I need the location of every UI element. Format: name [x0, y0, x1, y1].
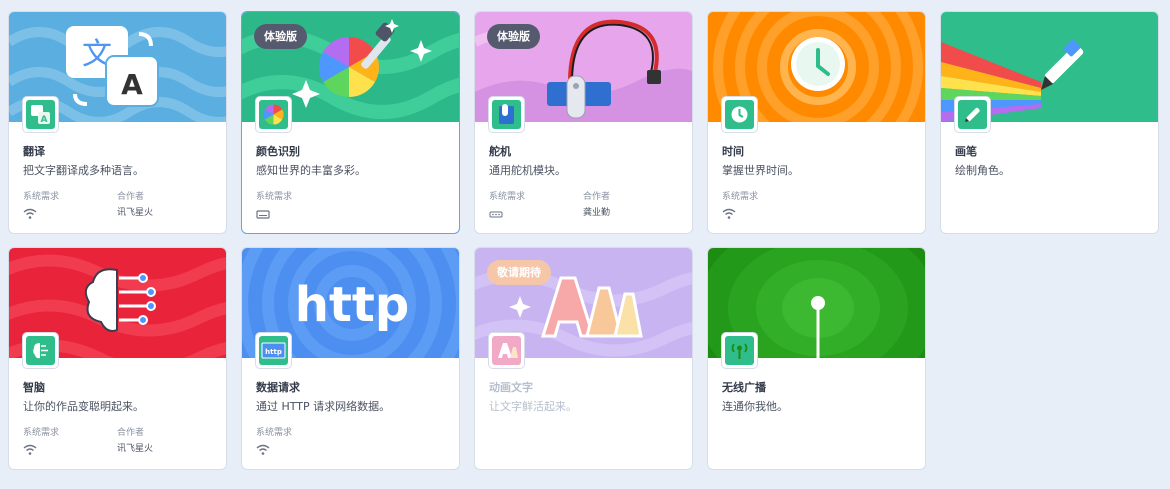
extension-title: 数据请求 [256, 381, 300, 394]
beta-badge: 体验版 [254, 24, 307, 49]
extension-description: 通用舵机模块。 [489, 164, 566, 177]
thumb-translate: A [22, 96, 59, 133]
extension-card-wireless-broadcast[interactable]: 无线广播 连通你我他。 [707, 247, 926, 470]
extension-card-animated-text: 敬请期待 动画文字 让文字鲜活起来。 [474, 247, 693, 470]
collaborator-label: 合作者 [117, 192, 145, 202]
wifi-icon [23, 441, 37, 455]
svg-text:A: A [41, 115, 48, 125]
device-icon [489, 205, 503, 218]
extension-description: 让文字鲜活起来。 [489, 400, 577, 413]
collaborator-label: 合作者 [583, 192, 611, 202]
collaborator-name: 讯飞星火 [117, 208, 154, 218]
extension-title: 画笔 [955, 145, 977, 158]
wifi-icon [256, 441, 270, 455]
extension-title: 舵机 [489, 145, 511, 158]
pen-icon [958, 100, 987, 129]
beta-badge: 体验版 [487, 24, 540, 49]
thumb-servo [488, 96, 525, 133]
extension-card-servo[interactable]: 体验版 舵机 通用舵机模块。 系统需求 合作者 龚业勤 [474, 11, 693, 234]
collaborator-name: 讯飞星火 [117, 444, 154, 454]
http-banner-text: http [295, 277, 409, 333]
animated-text-icon [492, 336, 521, 365]
thumb-color-recognition [255, 96, 292, 133]
extension-title: 智脑 [23, 381, 45, 394]
collaborator-name: 龚业勤 [583, 208, 611, 218]
extension-description: 连通你我他。 [722, 400, 788, 413]
coming-soon-badge: 敬请期待 [487, 260, 551, 285]
extension-description: 感知世界的丰富多彩。 [256, 164, 366, 177]
extension-description: 通过 HTTP 请求网络数据。 [256, 400, 391, 413]
extension-card-smart-brain[interactable]: 智脑 让你的作品变聪明起来。 系统需求 合作者 讯飞星火 [8, 247, 227, 470]
color-wheel-icon [259, 100, 288, 129]
requirements-label: 系统需求 [489, 192, 526, 202]
requirements-label: 系统需求 [256, 192, 293, 202]
wifi-icon [23, 205, 37, 219]
requirements-label: 系统需求 [23, 192, 60, 202]
extension-card-translate[interactable]: 文 A A 翻译 把文字翻译成多种语言。 系统需求 合作者 讯飞星火 [8, 11, 227, 234]
extension-card-pen[interactable]: 画笔 绘制角色。 [940, 11, 1159, 234]
keyboard-icon [256, 205, 270, 219]
extension-description: 掌握世界时间。 [722, 164, 799, 177]
thumb-smart-brain [22, 332, 59, 369]
extension-description: 把文字翻译成多种语言。 [23, 164, 144, 177]
thumb-wireless-broadcast [721, 332, 758, 369]
svg-text:A: A [121, 68, 143, 101]
requirements-label: 系统需求 [256, 428, 293, 438]
clock-icon [725, 100, 754, 129]
extension-title: 翻译 [23, 145, 45, 158]
http-icon: http [259, 336, 288, 365]
http-thumb-text: http [265, 348, 282, 356]
thumb-http-request: http [255, 332, 292, 369]
extension-title: 无线广播 [722, 381, 766, 394]
thumb-time [721, 96, 758, 133]
extension-description: 让你的作品变聪明起来。 [23, 400, 144, 413]
brain-icon [26, 336, 55, 365]
extension-card-color-recognition[interactable]: 体验版 颜色识别 感知世界的丰富多彩。 系统需求 [241, 11, 460, 234]
extension-description: 绘制角色。 [955, 164, 1010, 177]
extension-title: 动画文字 [489, 381, 533, 394]
extension-card-time[interactable]: 时间 掌握世界时间。 系统需求 [707, 11, 926, 234]
thumb-animated-text [488, 332, 525, 369]
broadcast-antenna-icon [725, 336, 754, 365]
requirements-label: 系统需求 [722, 192, 759, 202]
requirements-label: 系统需求 [23, 428, 60, 438]
translate-icon: A [26, 100, 55, 129]
collaborator-label: 合作者 [117, 428, 145, 438]
extension-card-http-request[interactable]: http http 数据请求 通过 HTTP 请求网络数据。 系统需求 [241, 247, 460, 470]
thumb-pen [954, 96, 991, 133]
wifi-icon [722, 205, 736, 219]
servo-icon [492, 100, 521, 129]
extension-title: 时间 [722, 145, 744, 158]
extension-title: 颜色识别 [256, 145, 300, 158]
